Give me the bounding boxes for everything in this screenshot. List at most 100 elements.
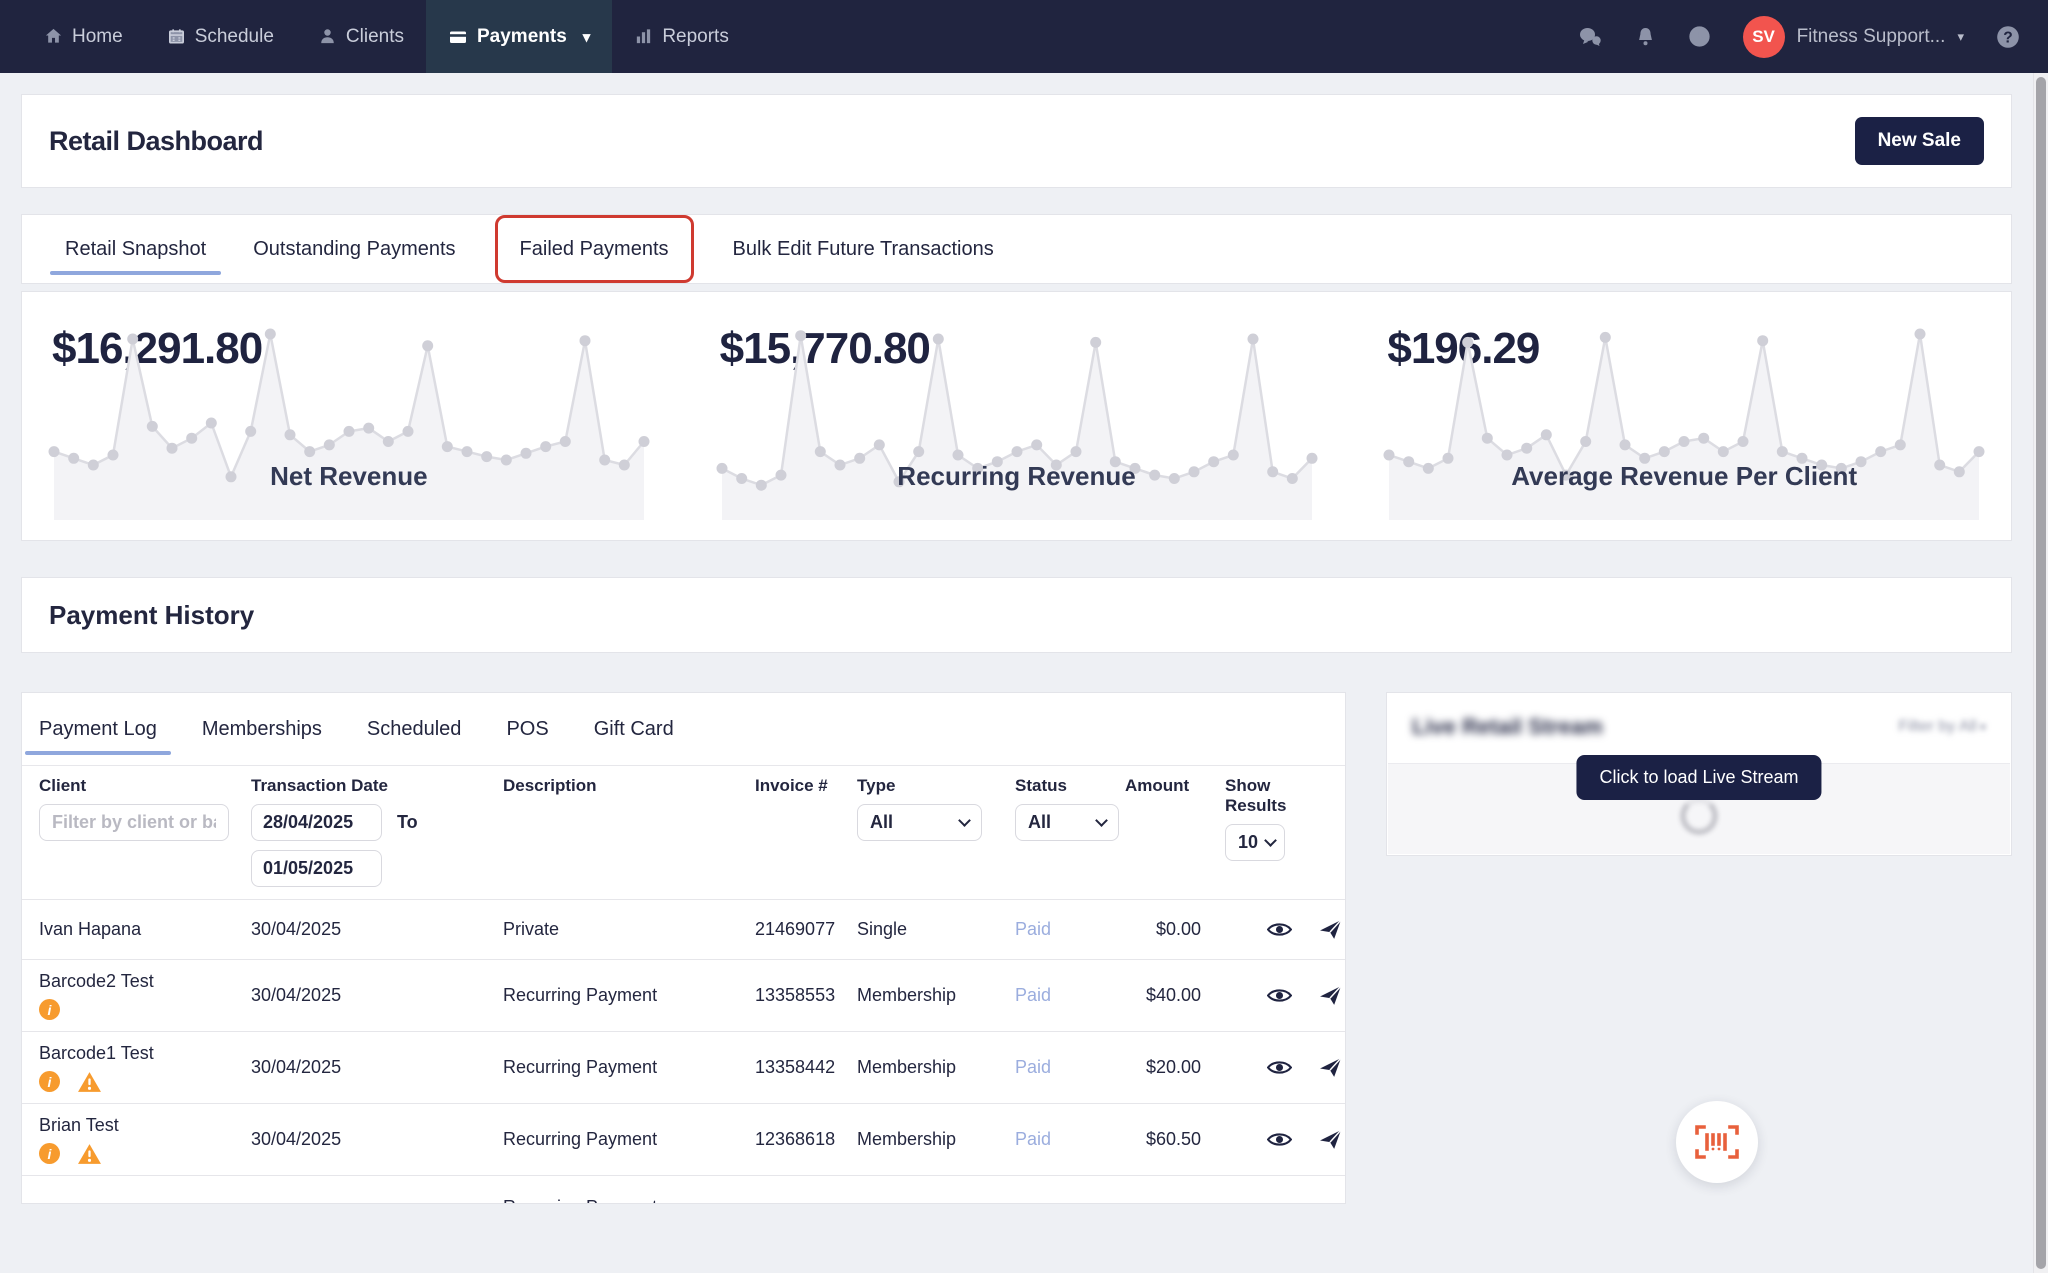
metric-net-revenue: $16,291.80 Net Revenue — [42, 318, 656, 520]
nav-item-reports[interactable]: Reports — [612, 0, 751, 73]
chevron-down-icon — [1095, 814, 1108, 827]
live-retail-stream-card: Live Retail Stream Filter by All Click t… — [1386, 692, 2012, 856]
status-badge: Paid — [1015, 919, 1125, 940]
row-actions — [1225, 1129, 1342, 1150]
amount: $40.00 — [1125, 985, 1225, 1006]
payment-log-card: Payment Log Memberships Scheduled POS Gi… — [21, 692, 1346, 1204]
date-from-input[interactable] — [251, 804, 382, 841]
navbar-right: SV Fitness Support... ? — [1578, 0, 2020, 73]
nav-item-clients[interactable]: Clients — [296, 0, 426, 73]
column-header-transaction-date: Transaction Date — [251, 776, 503, 796]
table-row: Barcode1 Test 30/04/2025 Recurring Payme… — [22, 1031, 1345, 1103]
tab-scheduled[interactable]: Scheduled — [367, 693, 462, 765]
view-eye-icon[interactable] — [1267, 1059, 1292, 1076]
tab-gift-card[interactable]: Gift Card — [594, 693, 674, 765]
status-select-value: All — [1028, 812, 1051, 833]
new-sale-button[interactable]: New Sale — [1855, 117, 1984, 165]
show-results-col: Show Results 10 — [1225, 776, 1328, 887]
metric-label: Net Revenue — [42, 461, 656, 492]
avatar: SV — [1743, 16, 1785, 58]
description: Recurring Payment — [503, 983, 755, 1007]
date-to-input[interactable] — [251, 850, 382, 887]
dashboard-tabs: Retail Snapshot Outstanding Payments Fai… — [21, 214, 2012, 284]
transaction-date: 30/04/2025 — [251, 1057, 503, 1078]
table-filter-row: Client Transaction Date To Description I… — [22, 765, 1345, 899]
view-eye-icon[interactable] — [1267, 1131, 1292, 1148]
help-icon[interactable]: ? — [1996, 25, 2020, 49]
nav-item-schedule[interactable]: Schedule — [145, 0, 296, 73]
description: Recurring Payment — [503, 1055, 755, 1079]
table-row: Ivan Hapana 30/04/2025 Private 21469077 … — [22, 899, 1345, 959]
to-label: To — [397, 812, 418, 833]
calendar-icon — [167, 27, 186, 46]
page-header-card: Retail Dashboard New Sale — [21, 94, 2012, 188]
invoice-number: 21469077 — [755, 919, 857, 940]
column-header-show-results: Show Results — [1225, 776, 1328, 816]
metric-value: $16,291.80 — [52, 324, 262, 374]
metrics-row: $16,291.80 Net Revenue $15,770.80 Recurr… — [21, 291, 2012, 541]
live-stream-filter-dropdown[interactable]: Filter by All — [1898, 718, 1986, 736]
barcode-scanner-button[interactable] — [1676, 1101, 1758, 1183]
nav-item-payments[interactable]: Payments — [426, 0, 612, 73]
view-eye-icon[interactable] — [1267, 921, 1292, 938]
tab-retail-snapshot[interactable]: Retail Snapshot — [65, 215, 206, 283]
column-header-type: Type — [857, 776, 1015, 796]
column-header-client: Client — [39, 776, 251, 796]
avatar-initials: SV — [1752, 27, 1775, 47]
load-live-stream-button[interactable]: Click to load Live Stream — [1576, 755, 1821, 800]
row-actions — [1225, 919, 1342, 940]
warning-icon[interactable] — [77, 1143, 102, 1165]
payment-type: Membership — [857, 1129, 1015, 1150]
info-icon[interactable] — [39, 999, 60, 1020]
payment-log-tabs: Payment Log Memberships Scheduled POS Gi… — [22, 693, 1345, 765]
loading-spinner-icon — [1680, 797, 1718, 835]
chat-icon[interactable] — [1578, 26, 1603, 48]
row-actions — [1225, 985, 1342, 1006]
send-receipt-icon[interactable] — [1319, 985, 1342, 1006]
clock-icon[interactable] — [1688, 25, 1711, 48]
nav-label: Schedule — [195, 26, 274, 48]
home-icon — [44, 27, 63, 46]
tab-pos[interactable]: POS — [506, 693, 548, 765]
nav-label: Home — [72, 26, 123, 48]
date-filter-col: Transaction Date To — [251, 776, 503, 887]
table-row: Barcode2 Test 30/04/2025 Recurring Payme… — [22, 959, 1345, 1031]
tab-bulk-edit-future-transactions[interactable]: Bulk Edit Future Transactions — [733, 215, 994, 283]
status-filter-col: Status All — [1015, 776, 1125, 887]
metric-label: Recurring Revenue — [710, 461, 1324, 492]
invoice-col: Invoice # — [755, 776, 857, 887]
send-receipt-icon[interactable] — [1319, 1057, 1342, 1078]
description-col: Description — [503, 776, 755, 887]
tab-outstanding-payments[interactable]: Outstanding Payments — [253, 215, 455, 283]
tab-memberships[interactable]: Memberships — [202, 693, 322, 765]
view-eye-icon[interactable] — [1267, 987, 1292, 1004]
amount: $60.50 — [1125, 1129, 1225, 1150]
metric-average-revenue-per-client: $196.29 Average Revenue Per Client — [1377, 318, 1991, 520]
amount: $20.00 — [1125, 1057, 1225, 1078]
info-icon[interactable] — [39, 1071, 60, 1092]
scrollbar-thumb[interactable] — [2036, 77, 2046, 1269]
top-navbar: Home Schedule Clients Payments Reports — [0, 0, 2048, 73]
status-badge: Paid — [1015, 1057, 1125, 1078]
warning-icon[interactable] — [77, 1071, 102, 1093]
transaction-date: 30/04/2025 — [251, 919, 503, 940]
tab-payment-log[interactable]: Payment Log — [39, 693, 157, 765]
metric-value: $15,770.80 — [720, 324, 930, 374]
client-filter-input[interactable] — [39, 804, 229, 841]
show-results-select[interactable]: 10 — [1225, 824, 1285, 861]
status-select[interactable]: All — [1015, 804, 1119, 841]
page-title: Retail Dashboard — [49, 126, 263, 157]
account-menu[interactable]: SV Fitness Support... — [1743, 16, 1964, 58]
account-name: Fitness Support... — [1797, 26, 1946, 48]
barcode-icon — [1693, 1123, 1741, 1161]
notifications-bell-icon[interactable] — [1635, 26, 1656, 48]
send-receipt-icon[interactable] — [1319, 919, 1342, 940]
client-cell: Brian Test — [39, 1115, 251, 1165]
type-select[interactable]: All — [857, 804, 982, 841]
invoice-number: 13358442 — [755, 1057, 857, 1078]
nav-item-home[interactable]: Home — [22, 0, 145, 73]
payment-type: Membership — [857, 1057, 1015, 1078]
send-receipt-icon[interactable] — [1319, 1129, 1342, 1150]
tab-failed-payments[interactable]: Failed Payments — [495, 215, 694, 283]
info-icon[interactable] — [39, 1143, 60, 1164]
